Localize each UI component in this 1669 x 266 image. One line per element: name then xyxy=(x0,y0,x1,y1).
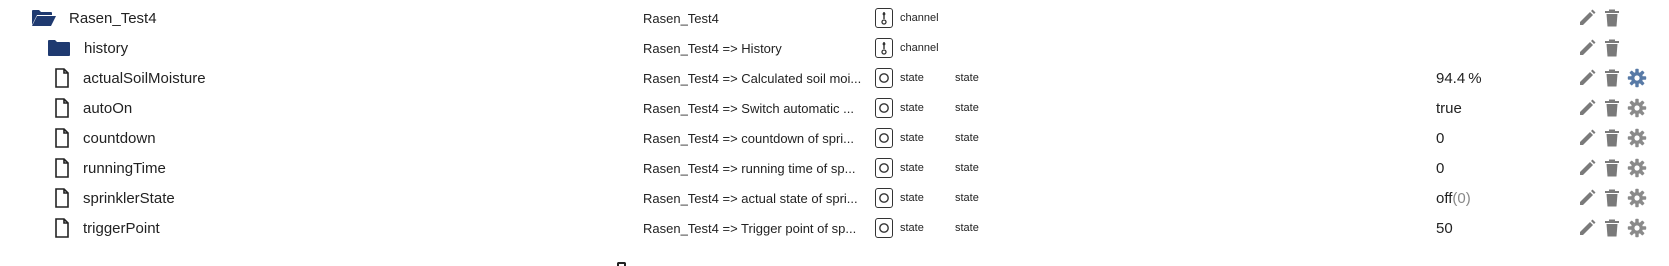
gear-icon[interactable] xyxy=(1626,93,1648,123)
delete-icon[interactable] xyxy=(1601,123,1623,153)
value-text: 94.4 xyxy=(1436,69,1466,87)
tree-row[interactable]: runningTime Rasen_Test4 => running time … xyxy=(0,153,1669,183)
object-value[interactable]: off (0) xyxy=(1436,183,1471,213)
delete-icon[interactable] xyxy=(1601,3,1623,33)
object-role: state xyxy=(955,132,979,144)
object-role: state xyxy=(955,72,979,84)
object-type: state xyxy=(900,162,924,174)
description-text: Rasen_Test4 => Calculated soil moi... xyxy=(643,70,862,86)
object-name[interactable]: countdown xyxy=(83,123,156,153)
description-text: Rasen_Test4 xyxy=(643,10,719,26)
object-name[interactable]: runningTime xyxy=(83,153,166,183)
file-icon xyxy=(49,93,75,123)
edit-icon[interactable] xyxy=(1576,153,1598,183)
file-icon xyxy=(49,63,75,93)
delete-icon[interactable] xyxy=(1601,93,1623,123)
state-icon xyxy=(873,123,895,153)
tree-row[interactable]: triggerPoint Rasen_Test4 => Trigger poin… xyxy=(0,213,1669,243)
description-text: Rasen_Test4 => Trigger point of sp... xyxy=(643,220,857,236)
file-icon xyxy=(49,183,75,213)
object-type: channel xyxy=(900,12,939,24)
object-role: state xyxy=(955,102,979,114)
description-text: Rasen_Test4 => countdown of spri... xyxy=(643,130,855,146)
gear-icon[interactable] xyxy=(1626,153,1648,183)
value-text: true xyxy=(1436,99,1462,117)
edit-icon[interactable] xyxy=(1576,33,1598,63)
object-value[interactable]: 50 xyxy=(1436,213,1453,243)
value-unit: % xyxy=(1468,69,1482,87)
folder-open-icon[interactable] xyxy=(31,3,57,33)
tree-row[interactable]: countdown Rasen_Test4 => countdown of sp… xyxy=(0,123,1669,153)
object-type: state xyxy=(900,102,924,114)
channel-icon xyxy=(873,3,895,33)
file-icon xyxy=(49,123,75,153)
tree-row[interactable]: sprinklerState Rasen_Test4 => actual sta… xyxy=(0,183,1669,213)
value-text: off xyxy=(1436,189,1453,207)
object-description: Rasen_Test4 => countdown of spri... xyxy=(643,123,875,153)
description-text: Rasen_Test4 => actual state of spri... xyxy=(643,190,858,206)
object-role: state xyxy=(955,192,979,204)
delete-icon[interactable] xyxy=(1601,183,1623,213)
description-text: Rasen_Test4 => Switch automatic ... xyxy=(643,100,854,116)
object-description: Rasen_Test4 => actual state of spri... xyxy=(643,183,875,213)
value-text: 0 xyxy=(1436,129,1445,147)
object-value[interactable]: 0 xyxy=(1436,153,1444,183)
file-icon xyxy=(49,213,75,243)
object-role: state xyxy=(955,222,979,234)
object-value[interactable]: true xyxy=(1436,93,1462,123)
value-text: 50 xyxy=(1436,219,1453,237)
object-type: state xyxy=(900,192,924,204)
object-type: state xyxy=(900,132,924,144)
edit-icon[interactable] xyxy=(1576,63,1598,93)
state-icon xyxy=(873,93,895,123)
object-description: Rasen_Test4 => Trigger point of sp... xyxy=(643,213,875,243)
object-description: Rasen_Test4 => running time of sp... xyxy=(643,153,875,183)
object-type: state xyxy=(900,72,924,84)
edit-icon[interactable] xyxy=(1576,123,1598,153)
object-name[interactable]: history xyxy=(84,33,128,63)
delete-icon[interactable] xyxy=(1601,33,1623,63)
object-role: state xyxy=(955,162,979,174)
object-description: Rasen_Test4 => Calculated soil moi... xyxy=(643,63,875,93)
state-icon xyxy=(873,153,895,183)
value-text: 0 xyxy=(1436,159,1445,177)
tree-row[interactable]: Rasen_Test4 Rasen_Test4 channel xyxy=(0,3,1669,33)
edit-icon[interactable] xyxy=(1576,213,1598,243)
tree-row[interactable]: actualSoilMoisture Rasen_Test4 => Calcul… xyxy=(0,63,1669,93)
edit-icon[interactable] xyxy=(1576,3,1598,33)
object-type: channel xyxy=(900,42,939,54)
delete-icon[interactable] xyxy=(1601,213,1623,243)
gear-icon[interactable] xyxy=(1626,213,1648,243)
state-icon xyxy=(873,213,895,243)
object-name[interactable]: actualSoilMoisture xyxy=(83,63,206,93)
object-name[interactable]: Rasen_Test4 xyxy=(69,3,157,33)
state-icon xyxy=(873,183,895,213)
edit-icon[interactable] xyxy=(1576,93,1598,123)
object-name[interactable]: autoOn xyxy=(83,93,132,123)
edit-icon[interactable] xyxy=(1576,183,1598,213)
folder-icon[interactable] xyxy=(46,33,72,63)
description-text: Rasen_Test4 => History xyxy=(643,40,782,56)
state-icon xyxy=(873,63,895,93)
object-value[interactable]: 0 xyxy=(1436,123,1444,153)
tree-row[interactable]: history Rasen_Test4 => History channel xyxy=(0,33,1669,63)
delete-icon[interactable] xyxy=(1601,63,1623,93)
object-description: Rasen_Test4 => History xyxy=(643,33,875,63)
mouse-cursor xyxy=(617,262,626,266)
channel-icon xyxy=(873,33,895,63)
object-description: Rasen_Test4 => Switch automatic ... xyxy=(643,93,875,123)
description-text: Rasen_Test4 => running time of sp... xyxy=(643,160,856,176)
gear-icon[interactable] xyxy=(1626,123,1648,153)
object-name[interactable]: triggerPoint xyxy=(83,213,160,243)
file-icon xyxy=(49,153,75,183)
object-description: Rasen_Test4 xyxy=(643,3,875,33)
object-value[interactable]: 94.4% xyxy=(1436,63,1482,93)
gear-icon[interactable] xyxy=(1626,183,1648,213)
object-name[interactable]: sprinklerState xyxy=(83,183,175,213)
tree-row[interactable]: autoOn Rasen_Test4 => Switch automatic .… xyxy=(0,93,1669,123)
delete-icon[interactable] xyxy=(1601,153,1623,183)
value-raw: (0) xyxy=(1452,189,1471,207)
gear-icon[interactable] xyxy=(1626,63,1648,93)
object-type: state xyxy=(900,222,924,234)
